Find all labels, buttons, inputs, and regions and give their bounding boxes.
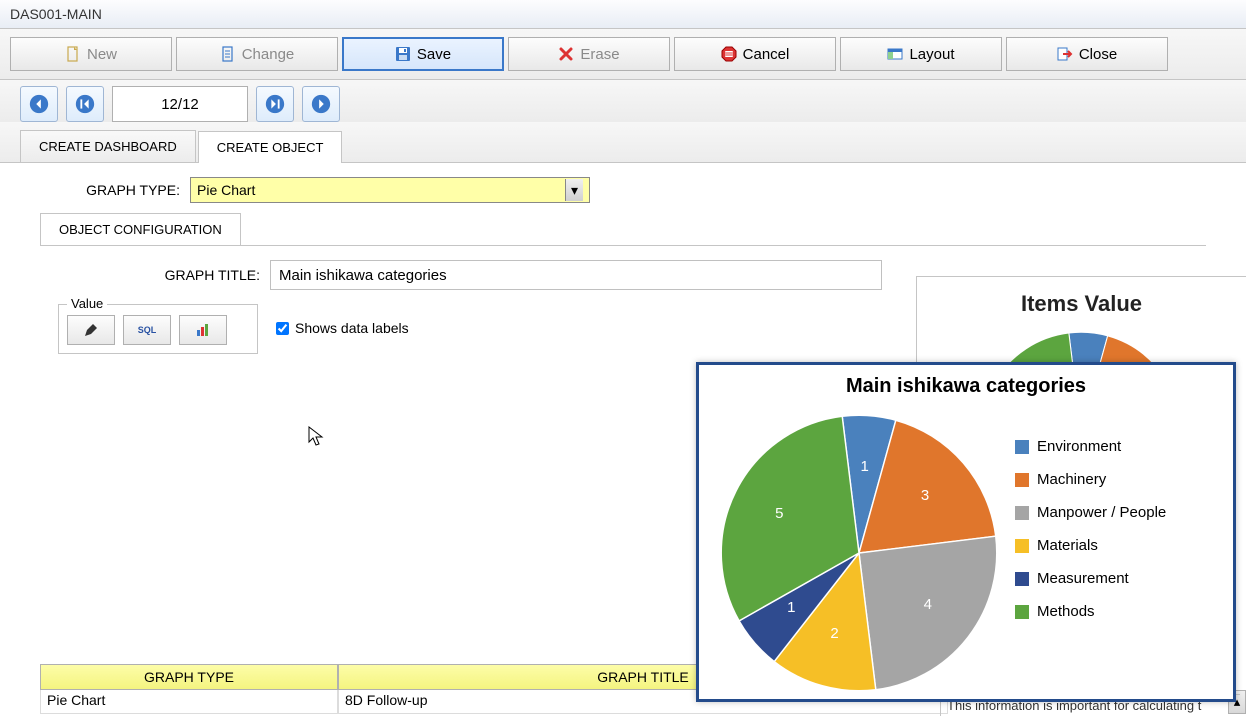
- pie-data-label: 2: [830, 625, 838, 642]
- legend-label: Materials: [1037, 537, 1098, 554]
- value-edit-button[interactable]: [67, 315, 115, 345]
- close-icon: [1057, 46, 1073, 62]
- legend-label: Manpower / People: [1037, 504, 1166, 521]
- legend-item: Environment: [1015, 438, 1223, 455]
- nav-first-button[interactable]: [66, 86, 104, 122]
- window-title: DAS001-MAIN: [0, 0, 1246, 29]
- legend-item: Manpower / People: [1015, 504, 1223, 521]
- legend-item: Machinery: [1015, 471, 1223, 488]
- tab-object-configuration[interactable]: OBJECT CONFIGURATION: [40, 213, 241, 245]
- nav-next-button[interactable]: [302, 86, 340, 122]
- stop-icon: [721, 46, 737, 62]
- graph-type-label: GRAPH TYPE:: [40, 182, 180, 198]
- legend-swatch: [1015, 440, 1029, 454]
- legend-label: Measurement: [1037, 570, 1129, 587]
- legend-item: Measurement: [1015, 570, 1223, 587]
- legend-label: Machinery: [1037, 471, 1106, 488]
- legend-swatch: [1015, 605, 1029, 619]
- pie-data-label: 1: [861, 458, 869, 475]
- save-button[interactable]: Save: [342, 37, 504, 71]
- pie-data-label: 1: [787, 599, 795, 616]
- dropdown-arrow-icon: ▾: [565, 179, 583, 201]
- save-icon: [395, 46, 411, 62]
- pie-data-label: 3: [921, 487, 929, 504]
- change-button-label: Change: [242, 46, 295, 63]
- legend-item: Materials: [1015, 537, 1223, 554]
- shows-data-labels-checkbox[interactable]: [276, 322, 289, 335]
- new-button-label: New: [87, 46, 117, 63]
- pie-chart: 1 3 4 2 1 5: [709, 408, 1009, 698]
- value-fieldset: Value SQL: [58, 304, 258, 354]
- graph-title-input[interactable]: [270, 260, 882, 290]
- cancel-button-label: Cancel: [743, 46, 790, 63]
- new-icon: [65, 46, 81, 62]
- close-button[interactable]: Close: [1006, 37, 1168, 71]
- erase-button-label: Erase: [580, 46, 619, 63]
- grid-header-graph-type[interactable]: GRAPH TYPE: [40, 664, 338, 690]
- main-toolbar: New Change Save Erase Cancel Layout Clos…: [0, 29, 1246, 80]
- preview-header: Items Value: [917, 291, 1246, 317]
- pie-data-label: 5: [775, 505, 783, 522]
- value-sql-button[interactable]: SQL: [123, 315, 171, 345]
- nav-last-button[interactable]: [256, 86, 294, 122]
- cancel-button[interactable]: Cancel: [674, 37, 836, 71]
- change-button[interactable]: Change: [176, 37, 338, 71]
- chart-preview-overlay: Main ishikawa categories 1 3 4 2 1 5 Environm…: [696, 362, 1236, 702]
- close-button-label: Close: [1079, 46, 1117, 63]
- legend-label: Methods: [1037, 603, 1095, 620]
- legend-swatch: [1015, 473, 1029, 487]
- legend-swatch: [1015, 572, 1029, 586]
- graph-type-value: Pie Chart: [197, 182, 255, 198]
- chart-legend: Environment Machinery Manpower / People Mat…: [1009, 408, 1223, 698]
- chart-title: Main ishikawa categories: [699, 375, 1233, 398]
- sql-label: SQL: [138, 325, 157, 335]
- preview-panel: Items Value: [916, 276, 1246, 366]
- shows-data-labels-label: Shows data labels: [295, 320, 409, 336]
- inner-tabs: OBJECT CONFIGURATION: [40, 213, 1206, 246]
- tab-create-object[interactable]: CREATE OBJECT: [198, 131, 343, 163]
- record-nav: 12/12: [0, 80, 1246, 122]
- legend-swatch: [1015, 506, 1029, 520]
- value-chart-button[interactable]: [179, 315, 227, 345]
- document-icon: [220, 46, 236, 62]
- graph-type-select[interactable]: Pie Chart ▾: [190, 177, 590, 203]
- preview-mini-chart: [976, 327, 1186, 366]
- grid-cell: Pie Chart: [40, 690, 338, 714]
- layout-icon: [887, 46, 903, 62]
- legend-label: Environment: [1037, 438, 1121, 455]
- new-button[interactable]: New: [10, 37, 172, 71]
- tab-create-dashboard[interactable]: CREATE DASHBOARD: [20, 130, 196, 162]
- page-indicator: 12/12: [112, 86, 248, 122]
- main-tabs: CREATE DASHBOARD CREATE OBJECT: [0, 122, 1246, 163]
- erase-icon: [558, 46, 574, 62]
- pie-data-label: 4: [924, 596, 932, 613]
- legend-item: Methods: [1015, 603, 1223, 620]
- layout-button-label: Layout: [909, 46, 954, 63]
- value-legend: Value: [67, 296, 107, 311]
- cursor-icon: [308, 426, 326, 448]
- graph-title-label: GRAPH TITLE:: [40, 267, 260, 283]
- erase-button[interactable]: Erase: [508, 37, 670, 71]
- layout-button[interactable]: Layout: [840, 37, 1002, 71]
- nav-prev-button[interactable]: [20, 86, 58, 122]
- save-button-label: Save: [417, 46, 451, 63]
- legend-swatch: [1015, 539, 1029, 553]
